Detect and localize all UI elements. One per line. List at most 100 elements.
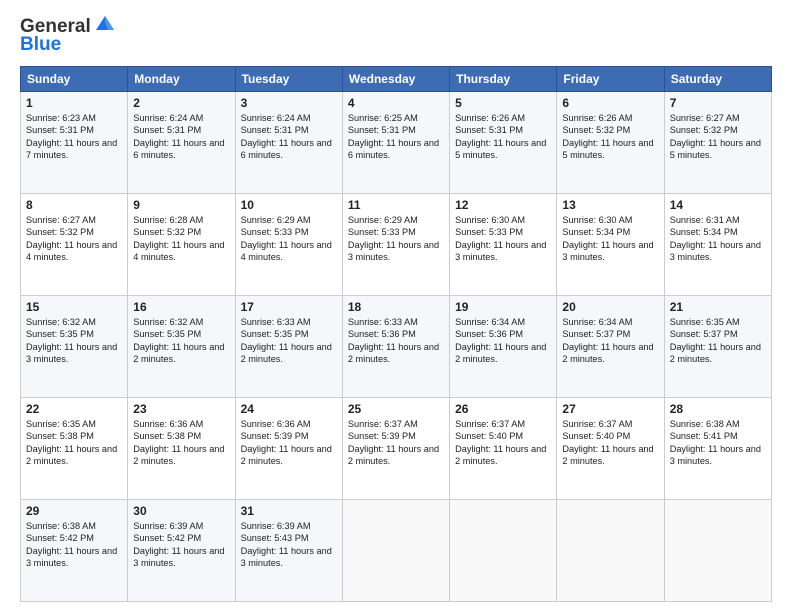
header: General Blue (20, 16, 772, 56)
day-number: 20 (562, 300, 658, 314)
day-number: 27 (562, 402, 658, 416)
day-number: 30 (133, 504, 229, 518)
cell-sun-info: Sunrise: 6:30 AMSunset: 5:33 PMDaylight:… (455, 214, 551, 264)
calendar-cell: 6 Sunrise: 6:26 AMSunset: 5:32 PMDaylight… (557, 92, 664, 194)
day-number: 17 (241, 300, 337, 314)
day-number: 29 (26, 504, 122, 518)
cell-sun-info: Sunrise: 6:36 AMSunset: 5:38 PMDaylight:… (133, 418, 229, 468)
day-number: 7 (670, 96, 766, 110)
day-number: 12 (455, 198, 551, 212)
calendar-cell: 14 Sunrise: 6:31 AMSunset: 5:34 PMDayligh… (664, 194, 771, 296)
day-number: 23 (133, 402, 229, 416)
calendar-cell (664, 500, 771, 602)
day-number: 8 (26, 198, 122, 212)
cell-sun-info: Sunrise: 6:39 AMSunset: 5:42 PMDaylight:… (133, 520, 229, 570)
day-number: 11 (348, 198, 444, 212)
calendar-header-row: SundayMondayTuesdayWednesdayThursdayFrid… (21, 67, 772, 92)
calendar-cell: 26Sunrise: 6:37 AMSunset: 5:40 PMDayligh… (450, 398, 557, 500)
day-number: 16 (133, 300, 229, 314)
page: General Blue SundayMondayTuesdayWednesda… (0, 0, 792, 612)
calendar-cell: 11 Sunrise: 6:29 AMSunset: 5:33 PMDayligh… (342, 194, 449, 296)
day-number: 21 (670, 300, 766, 314)
cell-sun-info: Sunrise: 6:25 AMSunset: 5:31 PMDaylight:… (348, 112, 444, 162)
day-number: 18 (348, 300, 444, 314)
cell-sun-info: Sunrise: 6:26 AMSunset: 5:32 PMDaylight:… (562, 112, 658, 162)
cell-sun-info: Sunrise: 6:33 AMSunset: 5:35 PMDaylight:… (241, 316, 337, 366)
day-number: 26 (455, 402, 551, 416)
cell-sun-info: Sunrise: 6:28 AMSunset: 5:32 PMDaylight:… (133, 214, 229, 264)
calendar-cell: 24 Sunrise: 6:36 AMSunset: 5:39 PMDayligh… (235, 398, 342, 500)
cell-sun-info: Sunrise: 6:34 AMSunset: 5:36 PMDaylight:… (455, 316, 551, 366)
cell-sun-info: Sunrise: 6:26 AMSunset: 5:31 PMDaylight:… (455, 112, 551, 162)
day-number: 10 (241, 198, 337, 212)
calendar-cell: 2Sunrise: 6:24 AMSunset: 5:31 PMDaylight… (128, 92, 235, 194)
day-number: 24 (241, 402, 337, 416)
calendar-cell: 15 Sunrise: 6:32 AMSunset: 5:35 PMDayligh… (21, 296, 128, 398)
cell-sun-info: Sunrise: 6:31 AMSunset: 5:34 PMDaylight:… (670, 214, 766, 264)
day-number: 14 (670, 198, 766, 212)
day-number: 4 (348, 96, 444, 110)
weekday-header-friday: Friday (557, 67, 664, 92)
cell-sun-info: Sunrise: 6:34 AMSunset: 5:37 PMDaylight:… (562, 316, 658, 366)
calendar-cell: 12 Sunrise: 6:30 AMSunset: 5:33 PMDayligh… (450, 194, 557, 296)
calendar-cell: 13 Sunrise: 6:30 AMSunset: 5:34 PMDayligh… (557, 194, 664, 296)
calendar-cell: 20 Sunrise: 6:34 AMSunset: 5:37 PMDayligh… (557, 296, 664, 398)
calendar-week-5: 29 Sunrise: 6:38 AMSunset: 5:42 PMDayligh… (21, 500, 772, 602)
weekday-header-sunday: Sunday (21, 67, 128, 92)
calendar-week-1: 1 Sunrise: 6:23 AMSunset: 5:31 PMDaylight… (21, 92, 772, 194)
calendar-cell: 17 Sunrise: 6:33 AMSunset: 5:35 PMDayligh… (235, 296, 342, 398)
calendar-cell: 1 Sunrise: 6:23 AMSunset: 5:31 PMDaylight… (21, 92, 128, 194)
calendar-cell: 18Sunrise: 6:33 AMSunset: 5:36 PMDayligh… (342, 296, 449, 398)
calendar-table: SundayMondayTuesdayWednesdayThursdayFrid… (20, 66, 772, 602)
calendar-cell: 22Sunrise: 6:35 AMSunset: 5:38 PMDayligh… (21, 398, 128, 500)
day-number: 3 (241, 96, 337, 110)
cell-sun-info: Sunrise: 6:38 AMSunset: 5:42 PMDaylight:… (26, 520, 122, 570)
day-number: 15 (26, 300, 122, 314)
cell-sun-info: Sunrise: 6:29 AMSunset: 5:33 PMDaylight:… (348, 214, 444, 264)
cell-sun-info: Sunrise: 6:23 AMSunset: 5:31 PMDaylight:… (26, 112, 122, 162)
calendar-cell: 21 Sunrise: 6:35 AMSunset: 5:37 PMDayligh… (664, 296, 771, 398)
day-number: 1 (26, 96, 122, 110)
day-number: 31 (241, 504, 337, 518)
calendar-cell: 28Sunrise: 6:38 AMSunset: 5:41 PMDayligh… (664, 398, 771, 500)
calendar-cell (342, 500, 449, 602)
calendar-cell: 30 Sunrise: 6:39 AMSunset: 5:42 PMDayligh… (128, 500, 235, 602)
calendar-week-2: 8 Sunrise: 6:27 AMSunset: 5:32 PMDaylight… (21, 194, 772, 296)
cell-sun-info: Sunrise: 6:36 AMSunset: 5:39 PMDaylight:… (241, 418, 337, 468)
cell-sun-info: Sunrise: 6:37 AMSunset: 5:39 PMDaylight:… (348, 418, 444, 468)
calendar-cell: 25 Sunrise: 6:37 AMSunset: 5:39 PMDayligh… (342, 398, 449, 500)
calendar-week-4: 22Sunrise: 6:35 AMSunset: 5:38 PMDayligh… (21, 398, 772, 500)
day-number: 6 (562, 96, 658, 110)
calendar-cell: 19 Sunrise: 6:34 AMSunset: 5:36 PMDayligh… (450, 296, 557, 398)
cell-sun-info: Sunrise: 6:24 AMSunset: 5:31 PMDaylight:… (241, 112, 337, 162)
weekday-header-monday: Monday (128, 67, 235, 92)
cell-sun-info: Sunrise: 6:35 AMSunset: 5:38 PMDaylight:… (26, 418, 122, 468)
calendar-cell: 8 Sunrise: 6:27 AMSunset: 5:32 PMDaylight… (21, 194, 128, 296)
cell-sun-info: Sunrise: 6:37 AMSunset: 5:40 PMDaylight:… (562, 418, 658, 468)
day-number: 19 (455, 300, 551, 314)
logo: General Blue (20, 16, 116, 56)
calendar-cell: 3 Sunrise: 6:24 AMSunset: 5:31 PMDaylight… (235, 92, 342, 194)
cell-sun-info: Sunrise: 6:32 AMSunset: 5:35 PMDaylight:… (26, 316, 122, 366)
day-number: 25 (348, 402, 444, 416)
cell-sun-info: Sunrise: 6:27 AMSunset: 5:32 PMDaylight:… (670, 112, 766, 162)
calendar-cell: 31 Sunrise: 6:39 AMSunset: 5:43 PMDayligh… (235, 500, 342, 602)
calendar-week-3: 15 Sunrise: 6:32 AMSunset: 5:35 PMDayligh… (21, 296, 772, 398)
calendar-cell: 7 Sunrise: 6:27 AMSunset: 5:32 PMDaylight… (664, 92, 771, 194)
weekday-header-wednesday: Wednesday (342, 67, 449, 92)
day-number: 28 (670, 402, 766, 416)
weekday-header-saturday: Saturday (664, 67, 771, 92)
logo-icon (94, 12, 116, 34)
weekday-header-tuesday: Tuesday (235, 67, 342, 92)
cell-sun-info: Sunrise: 6:35 AMSunset: 5:37 PMDaylight:… (670, 316, 766, 366)
cell-sun-info: Sunrise: 6:39 AMSunset: 5:43 PMDaylight:… (241, 520, 337, 570)
cell-sun-info: Sunrise: 6:29 AMSunset: 5:33 PMDaylight:… (241, 214, 337, 264)
day-number: 13 (562, 198, 658, 212)
day-number: 2 (133, 96, 229, 110)
day-number: 9 (133, 198, 229, 212)
cell-sun-info: Sunrise: 6:27 AMSunset: 5:32 PMDaylight:… (26, 214, 122, 264)
calendar-cell (557, 500, 664, 602)
calendar-cell: 27 Sunrise: 6:37 AMSunset: 5:40 PMDayligh… (557, 398, 664, 500)
day-number: 5 (455, 96, 551, 110)
cell-sun-info: Sunrise: 6:30 AMSunset: 5:34 PMDaylight:… (562, 214, 658, 264)
